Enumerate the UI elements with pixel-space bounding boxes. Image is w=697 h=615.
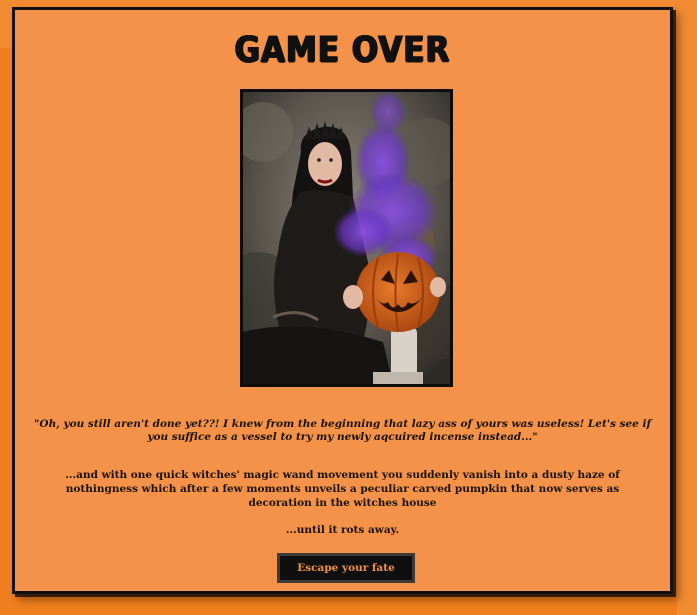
witch-quote: "Oh, you still aren't done yet??! I knew… <box>33 418 652 443</box>
story-ending: ...until it rots away. <box>285 524 400 536</box>
witch-pumpkin-photo <box>240 89 453 387</box>
game-over-title: GAME OVER <box>234 29 451 71</box>
witch-pumpkin-illustration <box>243 92 450 384</box>
page-background-edge <box>677 0 697 615</box>
game-over-panel: GAME OVER "Oh, you still aren't done yet… <box>12 7 673 594</box>
escape-your-fate-button[interactable]: Escape your fate <box>277 553 415 583</box>
story-narration: ...and with one quick witches' magic wan… <box>65 469 620 509</box>
